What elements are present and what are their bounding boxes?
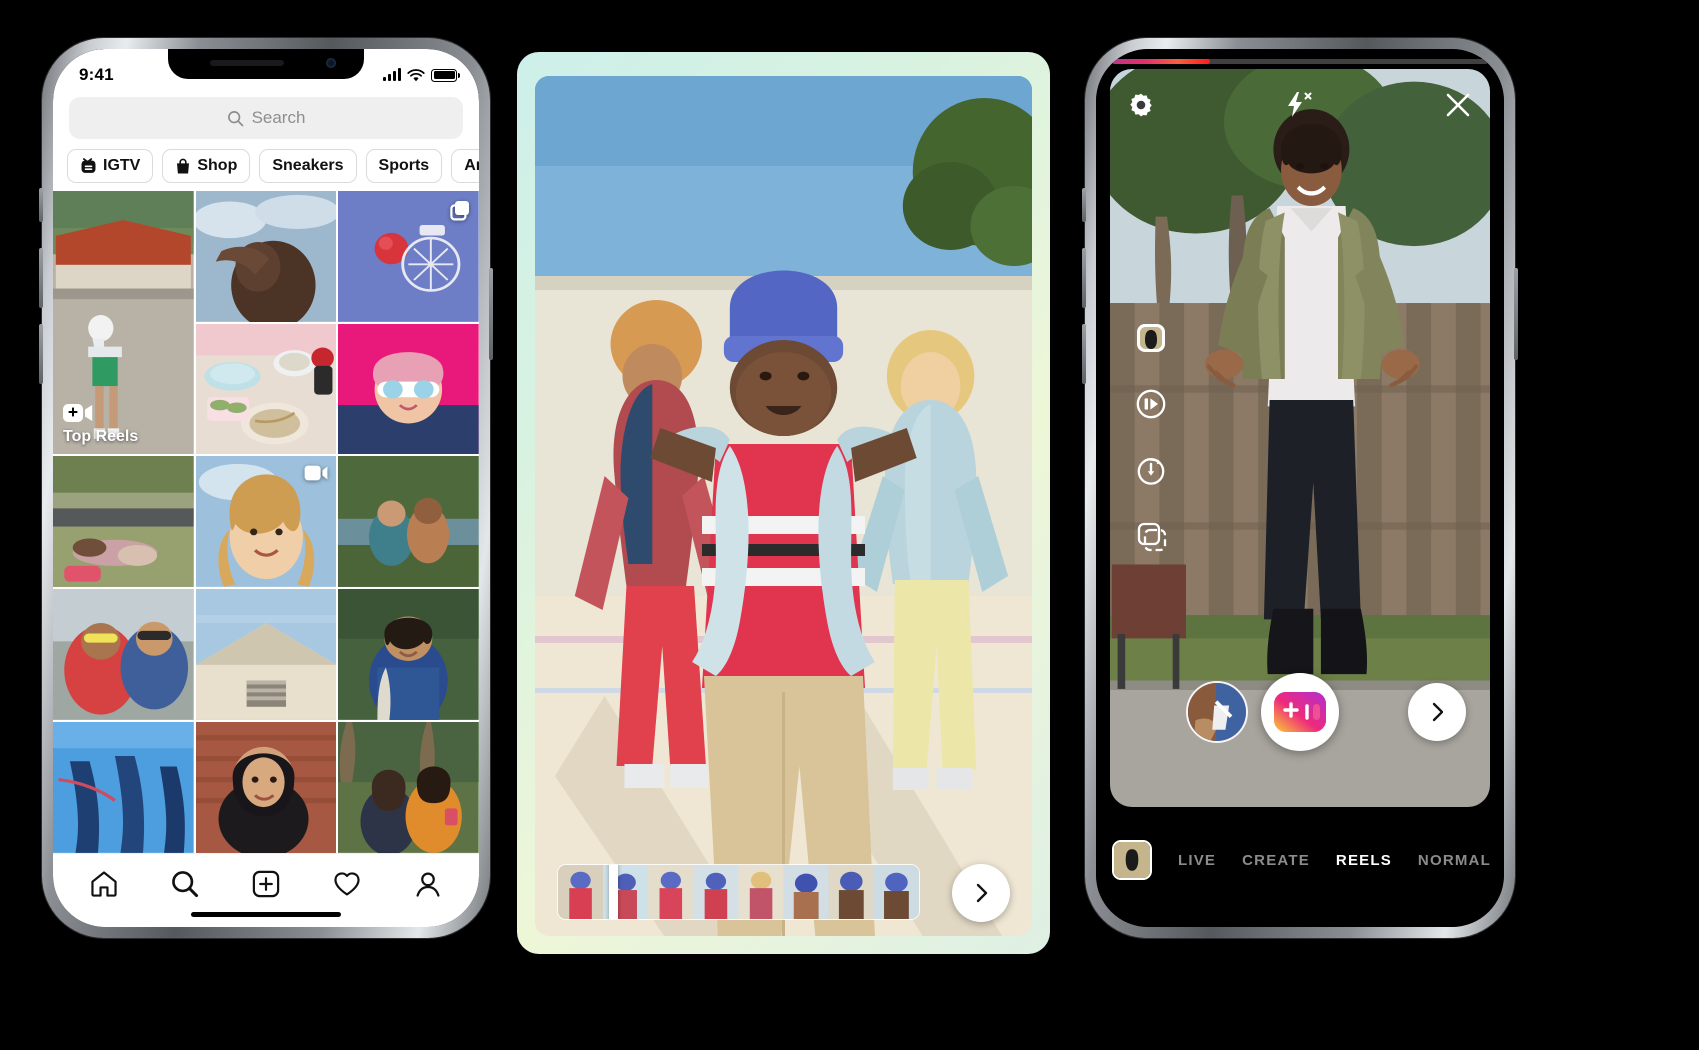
timer-icon[interactable]: [1132, 451, 1170, 489]
chevron-right-icon: [1432, 702, 1444, 722]
grid-tile[interactable]: [338, 589, 479, 721]
carousel-icon: [449, 199, 471, 226]
grid-tile[interactable]: [195, 190, 337, 322]
grid-tile[interactable]: [53, 722, 194, 853]
chip-label: Architecture: [464, 157, 479, 174]
reels-camera-icon: [63, 404, 93, 423]
mode-live[interactable]: LIVE: [1178, 852, 1216, 869]
reels-record-icon: [1274, 692, 1326, 732]
close-icon[interactable]: [1444, 91, 1472, 124]
camera-viewfinder[interactable]: [1110, 69, 1490, 807]
recording-progress-bar: [1112, 59, 1488, 64]
battery-full-icon: [431, 68, 460, 82]
mode-reels[interactable]: REELS: [1336, 852, 1392, 869]
chip-label: Shop: [197, 157, 238, 174]
screenshot-stage: 9:41 Search IGTV Shop Sneakers Sports Ar…: [0, 0, 1699, 1050]
search-icon: [171, 871, 198, 898]
grid-tile[interactable]: [338, 323, 479, 455]
grid-tile[interactable]: Top Reels: [53, 190, 194, 455]
chip-architecture[interactable]: Architecture: [451, 149, 479, 183]
home-indicator: [191, 912, 341, 917]
home-icon: [90, 871, 117, 897]
explore-category-chips: IGTV Shop Sneakers Sports Ar: [53, 149, 479, 191]
activity-heart-icon: [334, 872, 360, 896]
reels-video-preview[interactable]: [535, 76, 1032, 936]
status-time: 9:41: [79, 65, 114, 84]
grid-tile[interactable]: [195, 722, 337, 853]
video-camera-icon: [304, 464, 328, 487]
search-container: Search: [53, 93, 479, 149]
clip-filmstrip[interactable]: [557, 864, 920, 920]
chevron-right-icon: [976, 883, 988, 903]
new-post-icon: [252, 870, 280, 898]
tab-activity[interactable]: [332, 869, 362, 904]
tab-home[interactable]: [89, 869, 119, 904]
camera-mode-selector: LIVE CREATE REELS NORMAL BOOMERANG: [1096, 837, 1504, 883]
settings-icon[interactable]: [1128, 92, 1154, 123]
notch: [168, 49, 364, 79]
signal-bars-icon: [383, 68, 401, 81]
top-reels-label: Top Reels: [63, 428, 139, 446]
phone-reels-editor: [517, 52, 1050, 954]
playhead-scrubber[interactable]: [608, 865, 618, 919]
next-button[interactable]: [1408, 683, 1466, 741]
align-layers-icon[interactable]: [1132, 517, 1170, 555]
reels-camera-screen: LIVE CREATE REELS NORMAL BOOMERANG: [1096, 49, 1504, 927]
chip-label: Sports: [378, 157, 430, 174]
mode-gallery-thumbnail[interactable]: [1112, 840, 1152, 880]
next-button[interactable]: [952, 864, 1010, 922]
grid-tile[interactable]: [338, 456, 479, 588]
reels-video-frame: [535, 76, 1032, 936]
home-indicator: [1225, 912, 1375, 917]
speed-icon[interactable]: [1132, 385, 1170, 423]
flash-off-icon[interactable]: [1284, 91, 1314, 124]
search-placeholder: Search: [251, 108, 306, 127]
chip-sneakers[interactable]: Sneakers: [259, 149, 357, 183]
reels-record-button[interactable]: [1261, 673, 1339, 751]
mode-normal[interactable]: NORMAL: [1418, 852, 1491, 869]
audio-thumbnail-icon[interactable]: [1132, 319, 1170, 357]
mode-create[interactable]: CREATE: [1242, 852, 1310, 869]
tab-new-post[interactable]: [251, 869, 281, 904]
explore-grid: Top Reels: [53, 190, 479, 853]
top-reels-tag: Top Reels: [63, 402, 138, 446]
explore-screen: 9:41 Search IGTV Shop Sneakers Sports Ar…: [53, 49, 479, 927]
chip-shop[interactable]: Shop: [162, 149, 251, 183]
grid-tile[interactable]: [195, 589, 337, 721]
grid-tile[interactable]: [338, 190, 479, 322]
search-input[interactable]: Search: [69, 97, 463, 139]
shopping-bag-icon: [177, 158, 190, 173]
grid-tile[interactable]: [53, 589, 194, 721]
igtv-icon: [81, 157, 96, 173]
gallery-thumbnail[interactable]: [1186, 681, 1248, 743]
phone-reels-camera: LIVE CREATE REELS NORMAL BOOMERANG: [1082, 38, 1518, 938]
grid-tile[interactable]: [195, 456, 337, 588]
tab-profile[interactable]: [413, 869, 443, 904]
grid-tile[interactable]: [53, 456, 194, 588]
chip-sports[interactable]: Sports: [365, 149, 443, 183]
grid-tile[interactable]: [195, 323, 337, 455]
creation-tool-rail: [1132, 319, 1170, 555]
search-icon: [227, 110, 243, 126]
profile-icon: [416, 872, 440, 897]
chip-igtv[interactable]: IGTV: [67, 149, 154, 183]
chip-label: Sneakers: [272, 157, 344, 174]
grid-tile[interactable]: [338, 722, 479, 853]
phone-explore: 9:41 Search IGTV Shop Sneakers Sports Ar…: [39, 38, 493, 938]
wifi-icon: [407, 68, 425, 81]
chip-label: IGTV: [103, 157, 141, 174]
tab-search[interactable]: [170, 869, 200, 904]
